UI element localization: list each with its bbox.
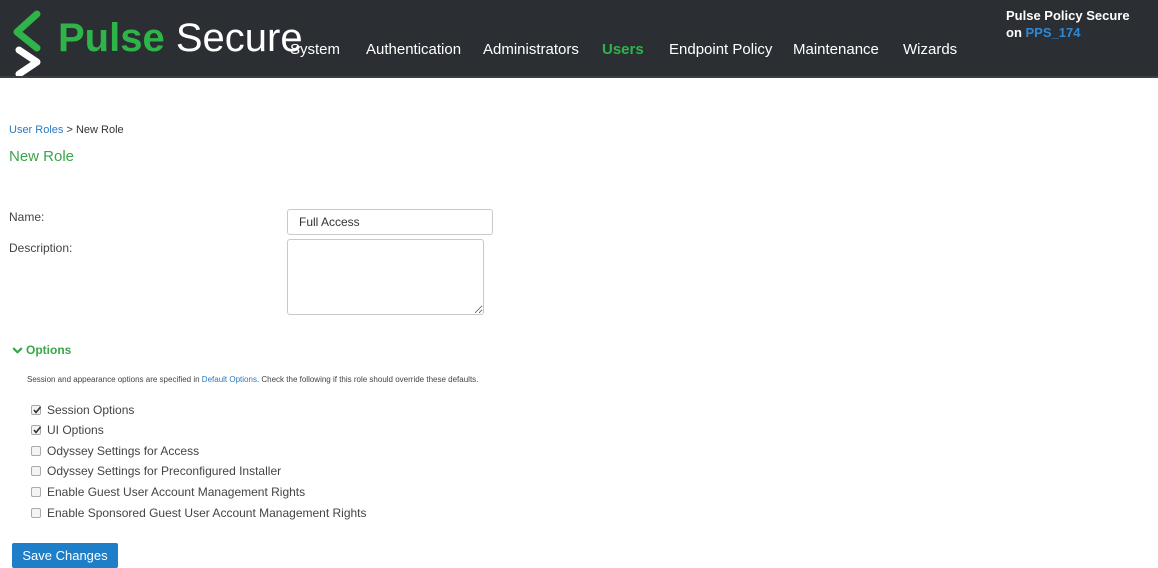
pulse-logo-icon — [13, 10, 41, 76]
option-ui-options[interactable]: UI Options — [31, 422, 104, 438]
option-label: Odyssey Settings for Preconfigured Insta… — [47, 464, 282, 478]
page-title: New Role — [9, 148, 75, 165]
option-label: UI Options — [47, 423, 104, 437]
brand-wordmark: Pulse Secure — [58, 14, 303, 62]
nav-users[interactable]: Users — [602, 41, 644, 58]
option-session-options[interactable]: Session Options — [31, 402, 134, 418]
product-name: Pulse Policy Secure — [1006, 8, 1130, 23]
options-help-text: Session and appearance options are speci… — [27, 375, 478, 384]
option-label: Enable Sponsored Guest User Account Mana… — [47, 506, 367, 520]
checkbox-unchecked[interactable] — [31, 487, 41, 497]
nav-maintenance[interactable]: Maintenance — [793, 41, 879, 58]
help-suffix: . Check the following if this role shoul… — [256, 375, 479, 384]
help-prefix: Session and appearance options are speci… — [27, 375, 200, 384]
breadcrumb-user-roles-link[interactable]: User Roles — [9, 124, 63, 136]
default-options-link[interactable]: Default Options — [202, 375, 257, 384]
checkbox-checked[interactable] — [31, 405, 42, 415]
nav-authentication[interactable]: Authentication — [366, 41, 461, 58]
description-textarea[interactable] — [287, 239, 484, 315]
name-input[interactable] — [287, 209, 493, 235]
nav-administrators[interactable]: Administrators — [483, 41, 579, 58]
breadcrumb: User Roles > New Role — [9, 124, 124, 136]
option-guest-account-rights[interactable]: Enable Guest User Account Management Rig… — [31, 484, 305, 500]
checkbox-unchecked[interactable] — [31, 466, 41, 476]
option-label: Session Options — [47, 403, 135, 417]
options-toggle-label: Options — [26, 343, 72, 357]
option-sponsored-guest-rights[interactable]: Enable Sponsored Guest User Account Mana… — [31, 505, 367, 521]
option-odyssey-access[interactable]: Odyssey Settings for Access — [31, 443, 199, 459]
checkbox-unchecked[interactable] — [31, 508, 41, 518]
options-toggle[interactable]: Options — [12, 343, 71, 357]
save-changes-button[interactable]: Save Changes — [12, 543, 118, 568]
breadcrumb-separator: > — [66, 124, 73, 136]
breadcrumb-current: New Role — [75, 124, 124, 136]
option-odyssey-installer[interactable]: Odyssey Settings for Preconfigured Insta… — [31, 463, 281, 479]
chevron-down-icon — [12, 347, 23, 353]
description-label: Description: — [9, 241, 73, 255]
brand-part1: Pulse — [58, 16, 165, 60]
checkmark-icon — [33, 406, 42, 414]
option-label: Enable Guest User Account Management Rig… — [47, 485, 306, 499]
brand-part2: Secure — [175, 16, 303, 60]
nav-system[interactable]: System — [290, 41, 340, 58]
nav-endpoint-policy[interactable]: Endpoint Policy — [669, 41, 772, 58]
checkbox-unchecked[interactable] — [31, 446, 41, 456]
host-link[interactable]: PPS_174 — [1026, 25, 1081, 40]
checkbox-checked[interactable] — [31, 425, 42, 435]
nav-wizards[interactable]: Wizards — [903, 41, 957, 58]
checkmark-icon — [33, 426, 42, 434]
option-label: Odyssey Settings for Access — [47, 444, 200, 458]
top-header: Pulse Secure System Authentication Admin… — [0, 0, 1158, 78]
product-info: Pulse Policy Secure on PPS_174 — [1006, 7, 1146, 41]
on-label: on — [1006, 25, 1022, 40]
name-label: Name: — [9, 210, 45, 224]
